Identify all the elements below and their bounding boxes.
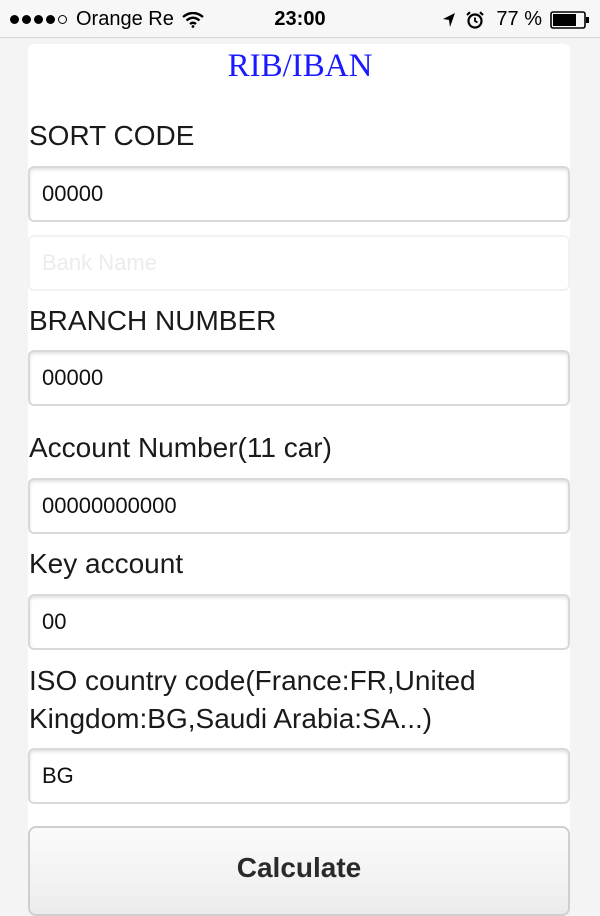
sort-code-input[interactable]	[28, 166, 570, 222]
account-number-input[interactable]	[28, 478, 570, 534]
status-right: 77 %	[442, 8, 590, 31]
iso-country-input[interactable]	[28, 748, 570, 804]
account-number-label: Account Number(11 car)	[29, 432, 332, 463]
branch-number-label: BRANCH NUMBER	[29, 305, 277, 336]
bank-name-input[interactable]	[28, 235, 570, 291]
key-account-input[interactable]	[28, 594, 570, 650]
status-bar: Orange Re 23:00 77 %	[0, 0, 600, 38]
calculate-button[interactable]: Calculate	[28, 826, 570, 916]
key-account-label: Key account	[29, 548, 184, 579]
iso-country-label-line2: Kingdom:BG,Saudi Arabia:SA...)	[29, 703, 433, 734]
battery-icon	[550, 10, 589, 29]
page-title: RIB/IBAN	[227, 48, 373, 84]
branch-number-input[interactable]	[28, 350, 570, 406]
battery-percent: 77 %	[496, 8, 542, 30]
alarm-clock-icon	[466, 10, 485, 29]
location-arrow-icon	[443, 12, 456, 27]
sort-code-label: SORT CODE	[29, 120, 195, 151]
iso-country-label-line1: ISO country code(France:FR,United	[29, 665, 476, 696]
